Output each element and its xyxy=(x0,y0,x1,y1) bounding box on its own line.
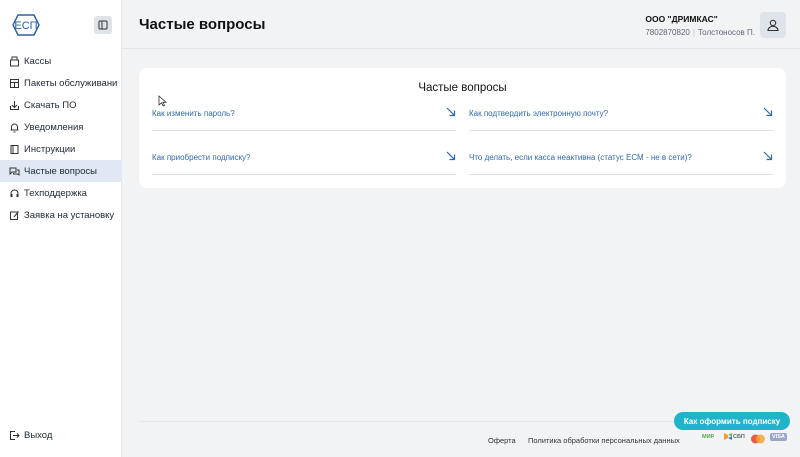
mir-logo: МИР xyxy=(702,434,715,440)
user-name: Толстоносов П. xyxy=(697,28,755,37)
arrow-down-right-icon xyxy=(763,151,773,161)
faq-title: Частые вопросы xyxy=(418,82,507,94)
arrow-down-right-icon xyxy=(763,107,773,117)
chat-icon xyxy=(8,165,20,177)
privacy-policy-link[interactable]: Политика обработки персональных данных xyxy=(528,436,680,445)
faq-card: Частые вопросы Как изменить пароль? Как … xyxy=(139,68,786,188)
cash-register-icon xyxy=(8,55,20,67)
org-name: ООО "ДРИМКАС" xyxy=(645,14,718,24)
faq-item[interactable]: Как приобрести подписку? xyxy=(152,151,456,175)
mouse-cursor-icon xyxy=(158,95,167,107)
sbp-icon xyxy=(724,433,732,440)
logout-icon xyxy=(8,429,20,441)
sidebar-item-kassy[interactable]: Кассы xyxy=(0,50,122,72)
mastercard-logo xyxy=(751,434,765,444)
subscribe-button[interactable]: Как оформить подписку xyxy=(674,412,790,430)
sidebar-item-instructions[interactable]: Инструкции xyxy=(0,138,122,160)
edit-icon xyxy=(8,209,20,221)
logo-mark: ЕСП xyxy=(12,14,40,36)
org-inn: 7802870820 xyxy=(645,28,690,37)
headset-icon xyxy=(8,187,20,199)
download-icon xyxy=(8,99,20,111)
sidebar-item-packages[interactable]: Пакеты обслуживани xyxy=(0,72,122,94)
logout-label: Выход xyxy=(24,429,53,441)
sidebar-item-label: Кассы xyxy=(24,55,52,67)
sidebar-item-label: Уведомления xyxy=(24,121,84,133)
collapse-sidebar-button[interactable] xyxy=(94,16,112,34)
logo-text: ЕСП xyxy=(14,20,37,32)
faq-item[interactable]: Как изменить пароль? xyxy=(152,107,456,131)
sidebar-item-install-request[interactable]: Заявка на установку xyxy=(0,204,122,226)
sidebar-item-label: Пакеты обслуживани xyxy=(24,77,118,89)
sbp-logo: СБП xyxy=(724,432,745,441)
sidebar-item-download[interactable]: Скачать ПО xyxy=(0,94,122,116)
logout-button[interactable]: Выход xyxy=(8,429,52,441)
sidebar-item-faq[interactable]: Частые вопросы xyxy=(0,160,122,182)
sidebar-item-label: Техподдержка xyxy=(24,187,87,199)
faq-item[interactable]: Как подтвердить электронную почту? xyxy=(469,107,773,131)
faq-question: Что делать, если касса неактивна (статус… xyxy=(469,153,692,162)
visa-logo: VISA xyxy=(770,433,787,441)
bell-icon xyxy=(8,121,20,133)
header-divider xyxy=(122,48,800,49)
sidebar-item-notifications[interactable]: Уведомления xyxy=(0,116,122,138)
sidebar-item-label: Заявка на установку xyxy=(24,209,115,221)
offer-link[interactable]: Оферта xyxy=(488,436,516,445)
sidebar-item-label: Инструкции xyxy=(24,143,76,155)
org-info[interactable]: ООО "ДРИМКАС" 7802870820 | Толстоносов П. xyxy=(645,14,755,37)
profile-button[interactable] xyxy=(760,12,786,38)
book-icon xyxy=(8,143,20,155)
sidebar-item-support[interactable]: Техподдержка xyxy=(0,182,122,204)
faq-item[interactable]: Что делать, если касса неактивна (статус… xyxy=(469,151,773,175)
sidebar-nav: Кассы Пакеты обслуживани Скачать ПО Увед… xyxy=(0,50,122,226)
logo[interactable]: ЕСП xyxy=(8,12,44,38)
arrow-down-right-icon xyxy=(446,151,456,161)
sidebar-item-label: Скачать ПО xyxy=(24,99,77,111)
divider: | xyxy=(692,28,695,37)
arrow-down-right-icon xyxy=(446,107,456,117)
faq-question: Как изменить пароль? xyxy=(152,109,235,118)
faq-question: Как подтвердить электронную почту? xyxy=(469,109,609,118)
package-icon xyxy=(8,77,20,89)
user-icon xyxy=(767,19,779,32)
sidebar-item-label: Частые вопросы xyxy=(24,165,97,177)
page-title: Частые вопросы xyxy=(139,16,266,33)
faq-question: Как приобрести подписку? xyxy=(152,153,251,162)
sidebar-toggle-icon xyxy=(98,20,108,30)
sidebar: ЕСП Кассы Пакеты обслуживани Скачать ПО xyxy=(0,0,122,457)
